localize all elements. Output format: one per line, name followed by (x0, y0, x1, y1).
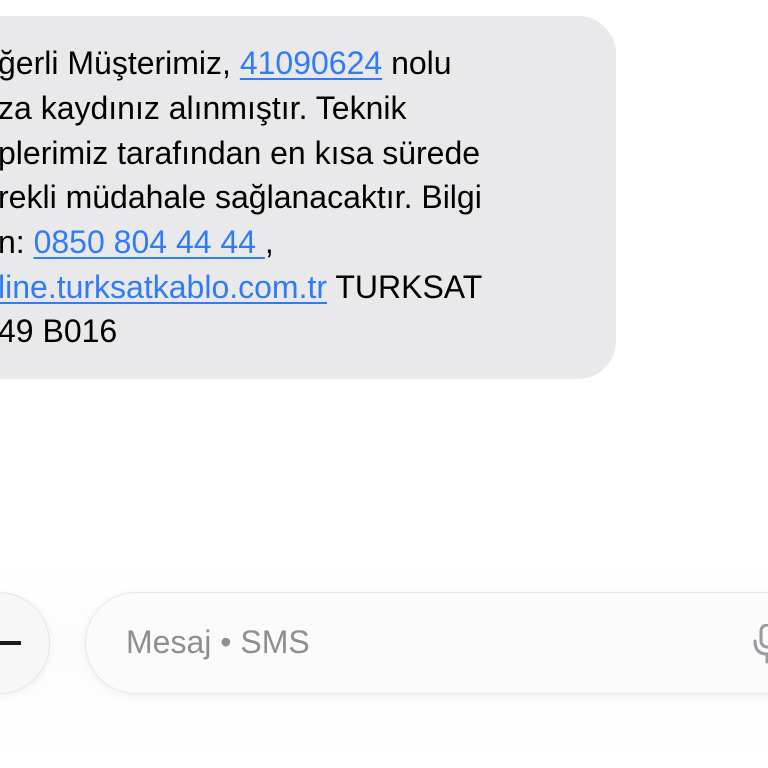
message-text: plerimiz tarafından en kısa sürede (0, 135, 481, 171)
message-line-7: 49 B016 (0, 309, 117, 353)
message-line-1: ğerli Müşterimiz, 41090624 nolu (0, 41, 452, 85)
microphone-icon[interactable] (752, 624, 768, 664)
messages-screen: ğerli Müşterimiz, 41090624 nolu za kaydı… (0, 0, 768, 768)
received-message-bubble[interactable]: ğerli Müşterimiz, 41090624 nolu za kaydı… (0, 16, 616, 379)
message-input-placeholder: Mesaj • SMS (126, 624, 310, 660)
phone-number-link[interactable]: 0850 804 44 44 (34, 224, 265, 260)
ticket-number-link[interactable]: 41090624 (240, 45, 382, 81)
message-text: TURKSAT (327, 269, 483, 305)
message-text: rekli müdahale sağlanacaktır. Bilgi (0, 179, 482, 215)
message-line-4: rekli müdahale sağlanacaktır. Bilgi (0, 175, 482, 219)
message-line-3: plerimiz tarafından en kısa sürede (0, 131, 480, 175)
message-input[interactable]: Mesaj • SMS (85, 592, 768, 694)
message-text: nolu (382, 45, 452, 81)
message-line-2: za kaydınız alınmıştır. Teknik (0, 86, 406, 130)
message-line-6: line.turksatkablo.com.tr TURKSAT (0, 265, 482, 309)
message-line-5: n: 0850 804 44 44 , (0, 220, 274, 264)
plus-icon (0, 641, 21, 645)
message-text: 49 B016 (0, 313, 118, 349)
message-text: , (264, 224, 274, 260)
message-text: n: (0, 224, 34, 260)
message-text: ğerli Müşterimiz, (0, 45, 240, 81)
website-link[interactable]: line.turksatkablo.com.tr (0, 269, 327, 305)
message-text: za kaydınız alınmıştır. Teknik (0, 90, 407, 126)
